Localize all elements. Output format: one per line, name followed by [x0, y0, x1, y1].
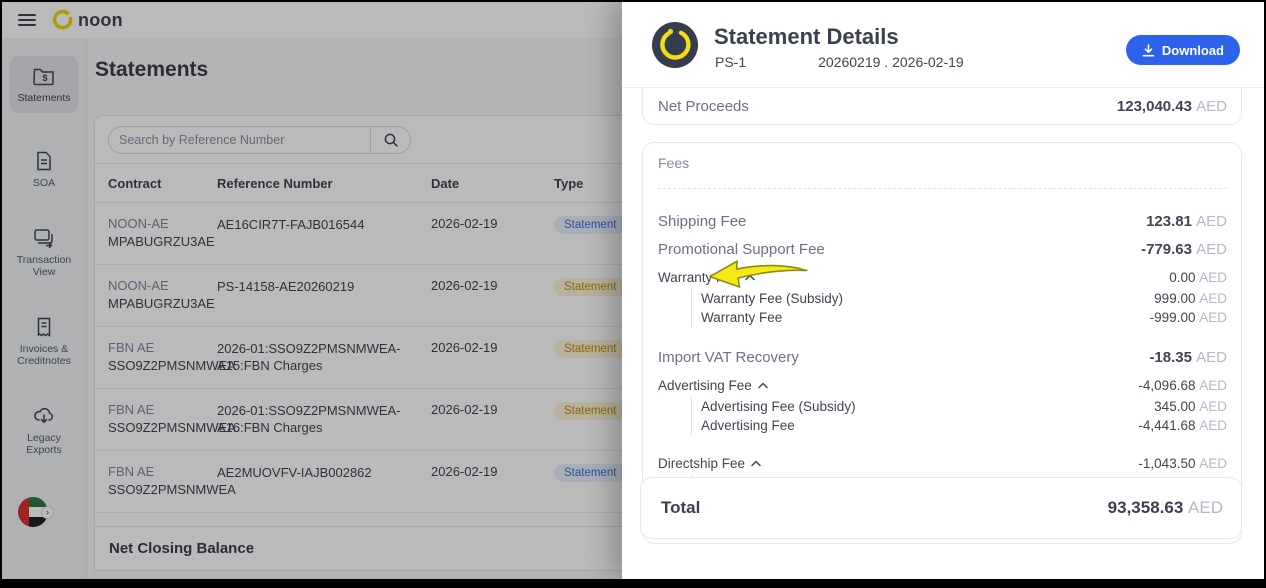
- currency-label: AED: [1188, 498, 1223, 517]
- advertising-sub-group: Advertising Fee (Subsidy) 345.00 AED Adv…: [691, 397, 1227, 435]
- fee-row-shipping: Shipping Fee 123.81 AED: [658, 207, 1227, 235]
- annotation-arrow: [707, 255, 811, 296]
- fee-row-import-vat: Import VAT Recovery -18.35 AED: [658, 343, 1227, 371]
- fees-section-label: Fees: [658, 155, 1227, 175]
- chevron-up-icon: [758, 382, 768, 389]
- currency-label: AED: [1199, 418, 1227, 433]
- fee-label: Shipping Fee: [658, 213, 746, 230]
- fee-value: -999.00: [1150, 310, 1196, 325]
- download-icon: [1142, 44, 1155, 57]
- fee-label: Import VAT Recovery: [658, 349, 799, 366]
- chevron-up-icon: [751, 460, 761, 467]
- fee-label: Directship Fee: [658, 456, 745, 471]
- currency-label: AED: [1199, 310, 1227, 325]
- statement-details-drawer: Statement Details PS-1 20260219 . 2026-02…: [622, 2, 1264, 579]
- collapse-directship-button[interactable]: [751, 460, 761, 467]
- fee-value: 345.00: [1154, 399, 1195, 414]
- net-proceeds-row: Net Proceeds 123,040.43 AED: [642, 88, 1242, 125]
- download-label: Download: [1162, 43, 1224, 58]
- fee-value: 999.00: [1154, 291, 1195, 306]
- total-card: Total 93,358.63 AED: [640, 477, 1242, 539]
- currency-label: AED: [1199, 291, 1227, 306]
- download-button[interactable]: Download: [1126, 35, 1240, 65]
- currency-label: AED: [1196, 213, 1227, 230]
- fee-value: 0.00: [1169, 270, 1195, 285]
- dim-overlay[interactable]: [2, 2, 622, 579]
- fee-value: 123.81: [1146, 213, 1192, 230]
- fee-row-warranty-fee: Warranty Fee -999.00 AED: [701, 308, 1227, 327]
- currency-label: AED: [1199, 270, 1227, 285]
- fee-value: -4,441.68: [1138, 418, 1195, 433]
- total-label: Total: [661, 498, 700, 518]
- fee-label: Advertising Fee: [658, 378, 752, 393]
- drawer-header: Statement Details PS-1 20260219 . 2026-02…: [622, 2, 1264, 88]
- reference-suffix: 20260219 . 2026-02-19: [818, 54, 964, 70]
- reference-prefix: PS-1: [715, 54, 746, 70]
- currency-label: AED: [1199, 456, 1227, 471]
- fee-value: -4,096.68: [1138, 378, 1195, 393]
- fee-row-advertising-subsidy: Advertising Fee (Subsidy) 345.00 AED: [701, 397, 1227, 416]
- dashed-divider: [658, 188, 1227, 189]
- collapse-advertising-button[interactable]: [758, 382, 768, 389]
- fee-value: -18.35: [1149, 349, 1192, 366]
- noon-logo-badge: [652, 22, 698, 68]
- currency-label: AED: [1196, 241, 1227, 258]
- fee-row-advertising-fee: Advertising Fee -4,441.68 AED: [701, 416, 1227, 435]
- drawer-title: Statement Details: [714, 24, 899, 50]
- currency-label: AED: [1199, 378, 1227, 393]
- fee-row-directship: Directship Fee -1,043.50 AED: [658, 451, 1227, 475]
- net-proceeds-value: 123,040.43: [1117, 98, 1192, 115]
- currency-label: AED: [1196, 349, 1227, 366]
- fee-label: Warranty Fee: [701, 310, 782, 325]
- statements-page: noon $ Statements SOA: [2, 2, 622, 579]
- currency-label: AED: [1196, 98, 1227, 115]
- warranty-sub-group: Warranty Fee (Subsidy) 999.00 AED Warran…: [691, 289, 1227, 327]
- app-window: noon $ Statements SOA: [0, 0, 1266, 588]
- fee-label: Advertising Fee: [701, 418, 795, 433]
- fee-row-advertising: Advertising Fee -4,096.68 AED: [658, 373, 1227, 397]
- fee-label: Advertising Fee (Subsidy): [701, 399, 856, 414]
- statement-reference: PS-1 20260219 . 2026-02-19: [715, 54, 964, 70]
- currency-label: AED: [1199, 399, 1227, 414]
- fee-value: -1,043.50: [1138, 456, 1195, 471]
- net-proceeds-label: Net Proceeds: [658, 98, 749, 115]
- noon-glyph-icon: [652, 22, 698, 68]
- fee-value: -779.63: [1141, 241, 1192, 258]
- total-value: 93,358.63: [1108, 498, 1184, 517]
